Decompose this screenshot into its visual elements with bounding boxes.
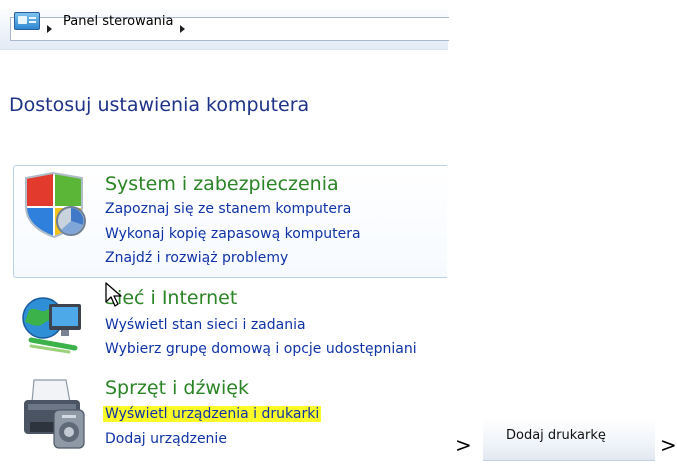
mouse-cursor-icon <box>105 282 122 307</box>
category-title-network-internet[interactable]: Sieć i Internet <box>105 287 237 309</box>
category-title-system-security[interactable]: System i zabezpieczenia <box>105 173 339 195</box>
link-add-device[interactable]: Dodaj urządzenie <box>105 431 227 447</box>
link-homegroup-sharing[interactable]: Wybierz grupę domową i opcje udostępnian… <box>105 341 417 357</box>
printer-icon[interactable] <box>20 376 92 452</box>
link-devices-and-printers[interactable]: Wyświetl urządzenia i drukarki <box>103 406 322 422</box>
network-globe-icon[interactable] <box>19 288 89 358</box>
link-network-status[interactable]: Wyświetl stan sieci i zadania <box>105 317 306 333</box>
link-backup-computer[interactable]: Wykonaj kopię zapasową komputera <box>105 226 361 242</box>
link-troubleshoot[interactable]: Znajdź i rozwiąż problemy <box>105 250 288 266</box>
highlighted-link-text[interactable]: Wyświetl urządzenia i drukarki <box>103 406 322 422</box>
category-title-hardware-sound[interactable]: Sprzęt i dźwięk <box>105 377 249 399</box>
control-panel-icon[interactable] <box>14 12 40 30</box>
breadcrumb-chevron-icon[interactable] <box>180 25 185 33</box>
flow-arrow: > <box>455 433 472 457</box>
link-check-computer-status[interactable]: Zapoznaj się ze stanem komputera <box>105 201 351 217</box>
page-title: Dostosuj ustawienia komputera <box>9 94 310 116</box>
breadcrumb-item-control-panel[interactable]: Panel sterowania <box>63 14 174 29</box>
control-panel-window: Panel sterowania Dostosuj ustawienia kom… <box>0 0 677 464</box>
add-printer-button[interactable]: Dodaj drukarkę <box>483 418 655 461</box>
flow-arrow-next: > <box>660 433 677 457</box>
shield-icon[interactable] <box>20 170 90 240</box>
breadcrumb-arrow-icon[interactable] <box>47 25 52 33</box>
